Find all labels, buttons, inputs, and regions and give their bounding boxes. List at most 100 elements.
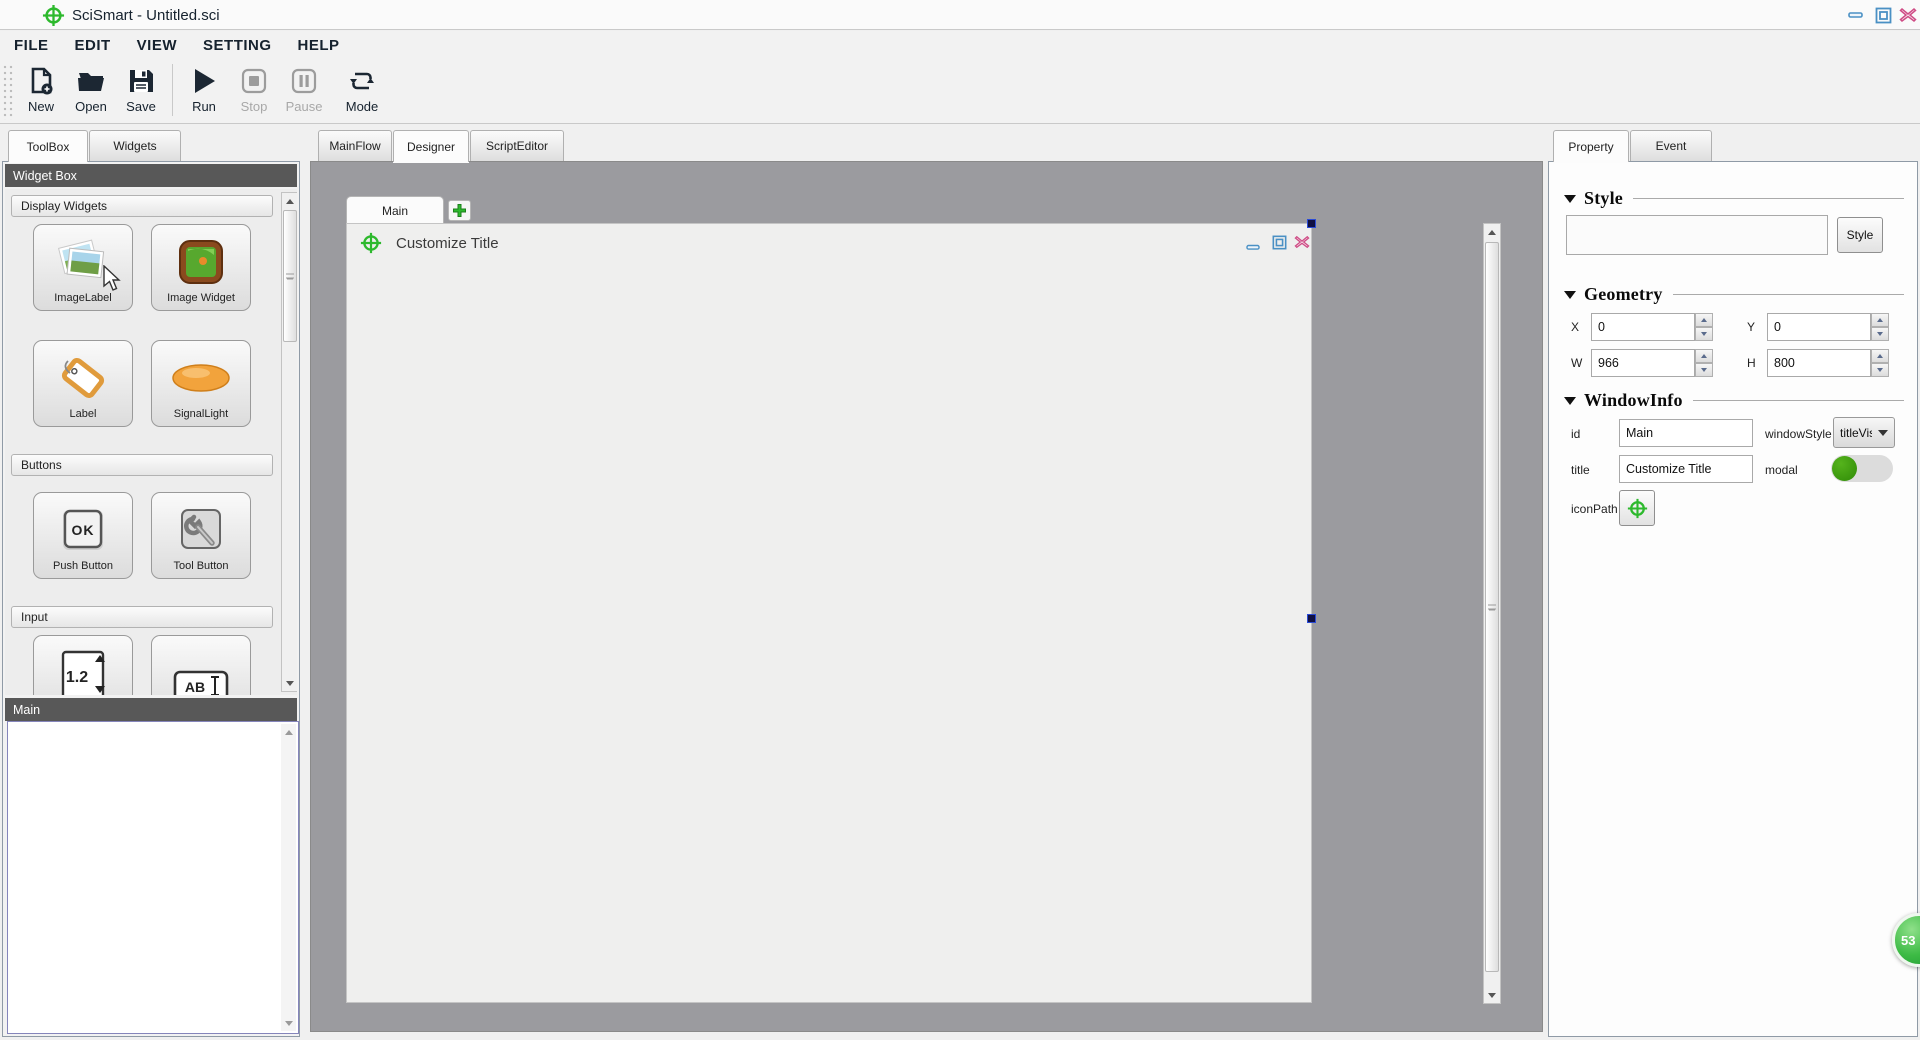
tab-scripteditor[interactable]: ScriptEditor <box>470 130 564 161</box>
canvas-scrollbar-up-icon[interactable] <box>1484 224 1500 240</box>
designed-window-close-icon[interactable] <box>1291 232 1313 252</box>
widget-card-imagewidget[interactable]: Image Widget <box>151 224 251 311</box>
minimize-button[interactable] <box>1845 5 1867 25</box>
add-page-button[interactable] <box>448 200 471 221</box>
tab-mainflow[interactable]: MainFlow <box>318 130 392 161</box>
w-label: W <box>1571 356 1582 370</box>
w-input[interactable] <box>1591 349 1695 377</box>
page-tab-main[interactable]: Main <box>346 196 444 224</box>
w-spinner[interactable] <box>1695 349 1713 377</box>
y-spinner[interactable] <box>1871 313 1889 341</box>
tree-scrollbar-down-icon[interactable] <box>281 1015 296 1031</box>
designed-window[interactable]: Customize Title <box>346 223 1312 1003</box>
widgetbox-scrollbar-down-icon[interactable] <box>282 675 297 691</box>
widget-card-imagelabel[interactable]: ImageLabel <box>33 224 133 311</box>
tab-property[interactable]: Property <box>1553 130 1629 162</box>
designed-window-title: Customize Title <box>396 235 499 252</box>
title-input[interactable] <box>1619 455 1753 483</box>
pause-icon <box>290 66 318 96</box>
menu-help[interactable]: HELP <box>298 37 340 54</box>
tab-event[interactable]: Event <box>1630 130 1712 161</box>
widgetbox-scrollbar-up-icon[interactable] <box>282 193 297 209</box>
canvas-scrollbar[interactable] <box>1483 223 1501 1004</box>
y-input[interactable] <box>1767 313 1871 341</box>
iconpath-button[interactable] <box>1619 490 1655 526</box>
style-section-header[interactable]: Style <box>1564 188 1904 209</box>
maximize-button[interactable] <box>1872 5 1894 25</box>
h-spinner[interactable] <box>1871 349 1889 377</box>
menu-bar: FILE EDIT VIEW SETTING HELP <box>0 31 1920 60</box>
widget-box-scroll-area: Display Widgets ImageLabel <box>5 189 297 695</box>
menu-view[interactable]: VIEW <box>137 37 177 54</box>
signal-light-icon <box>152 351 250 405</box>
stop-button[interactable]: Stop <box>229 60 279 120</box>
designed-window-minimize-icon[interactable] <box>1242 237 1264 257</box>
new-file-icon <box>27 66 55 96</box>
widget-card-label[interactable]: Label <box>33 340 133 427</box>
modal-toggle[interactable] <box>1831 455 1893 482</box>
open-button[interactable]: Open <box>66 60 116 120</box>
app-window: SciSmart - Untitled.sci FILE EDIT VIEW S… <box>0 0 1920 1040</box>
windowstyle-label: windowStyle <box>1765 427 1832 441</box>
widget-card-pushbutton[interactable]: OK Push Button <box>33 492 133 579</box>
image-widget-icon <box>152 235 250 289</box>
selection-handle-right[interactable] <box>1307 614 1316 623</box>
section-input[interactable]: Input <box>11 606 273 628</box>
designed-window-titlebar[interactable]: Customize Title <box>347 224 1311 262</box>
toolbar: New Open Save Run Stop <box>0 60 1920 124</box>
windowinfo-collapse-icon <box>1564 397 1576 405</box>
new-button[interactable]: New <box>16 60 66 120</box>
app-logo-crosshair-icon <box>42 4 65 27</box>
tab-toolbox[interactable]: ToolBox <box>8 130 88 162</box>
style-collapse-icon <box>1564 195 1576 203</box>
main-tree-list[interactable] <box>7 721 299 1034</box>
svg-text:OK: OK <box>72 522 95 538</box>
canvas-scrollbar-thumb[interactable] <box>1485 242 1499 972</box>
designer-canvas[interactable]: Main Customize Title <box>310 161 1543 1032</box>
menu-edit[interactable]: EDIT <box>75 37 111 54</box>
menu-file[interactable]: FILE <box>14 37 49 54</box>
mode-button[interactable]: Mode <box>337 60 387 120</box>
run-button[interactable]: Run <box>179 60 229 120</box>
property-panel: Style Style Geometry X Y W H WindowInfo <box>1548 161 1918 1037</box>
widget-box-header: Widget Box <box>5 164 297 187</box>
widget-card-toolbutton[interactable]: Tool Button <box>151 492 251 579</box>
tab-widgets[interactable]: Widgets <box>89 130 181 161</box>
style-input[interactable] <box>1566 215 1828 255</box>
widget-card-signallight[interactable]: SignalLight <box>151 340 251 427</box>
section-buttons[interactable]: Buttons <box>11 454 273 476</box>
geometry-section-header[interactable]: Geometry <box>1564 284 1904 305</box>
iconpath-crosshair-icon <box>1627 498 1648 519</box>
canvas-scrollbar-down-icon[interactable] <box>1484 987 1500 1003</box>
iconpath-label: iconPath <box>1571 502 1618 516</box>
close-button[interactable] <box>1897 5 1919 25</box>
section-display-widgets[interactable]: Display Widgets <box>11 195 273 217</box>
menu-setting[interactable]: SETTING <box>203 37 272 54</box>
designed-window-maximize-icon[interactable] <box>1268 232 1290 252</box>
tab-designer[interactable]: Designer <box>393 130 469 162</box>
widget-card-spinbox[interactable]: 1.2 <box>33 635 133 695</box>
lineedit-icon: AB <box>152 658 250 695</box>
x-spinner[interactable] <box>1695 313 1713 341</box>
geometry-collapse-icon <box>1564 291 1576 299</box>
run-icon <box>190 66 218 96</box>
stop-icon <box>240 66 268 96</box>
add-page-plus-icon <box>452 203 467 218</box>
save-icon <box>127 66 155 96</box>
widget-card-lineedit[interactable]: AB <box>151 635 251 695</box>
tree-scrollbar[interactable] <box>281 724 296 1031</box>
toolbar-grip-handle[interactable] <box>2 64 14 120</box>
style-button[interactable]: Style <box>1837 217 1883 253</box>
widgetbox-scrollbar-thumb[interactable] <box>283 210 297 342</box>
id-input[interactable] <box>1619 419 1753 447</box>
selection-handle-top-right[interactable] <box>1307 219 1316 228</box>
pause-button[interactable]: Pause <box>279 60 329 120</box>
h-input[interactable] <box>1767 349 1871 377</box>
x-input[interactable] <box>1591 313 1695 341</box>
widgetbox-scrollbar[interactable] <box>281 192 297 692</box>
tree-scrollbar-up-icon[interactable] <box>281 724 296 740</box>
save-button[interactable]: Save <box>116 60 166 120</box>
windowstyle-dropdown[interactable]: titleVisia <box>1833 417 1895 448</box>
windowinfo-section-header[interactable]: WindowInfo <box>1564 390 1904 411</box>
x-label: X <box>1571 320 1579 334</box>
